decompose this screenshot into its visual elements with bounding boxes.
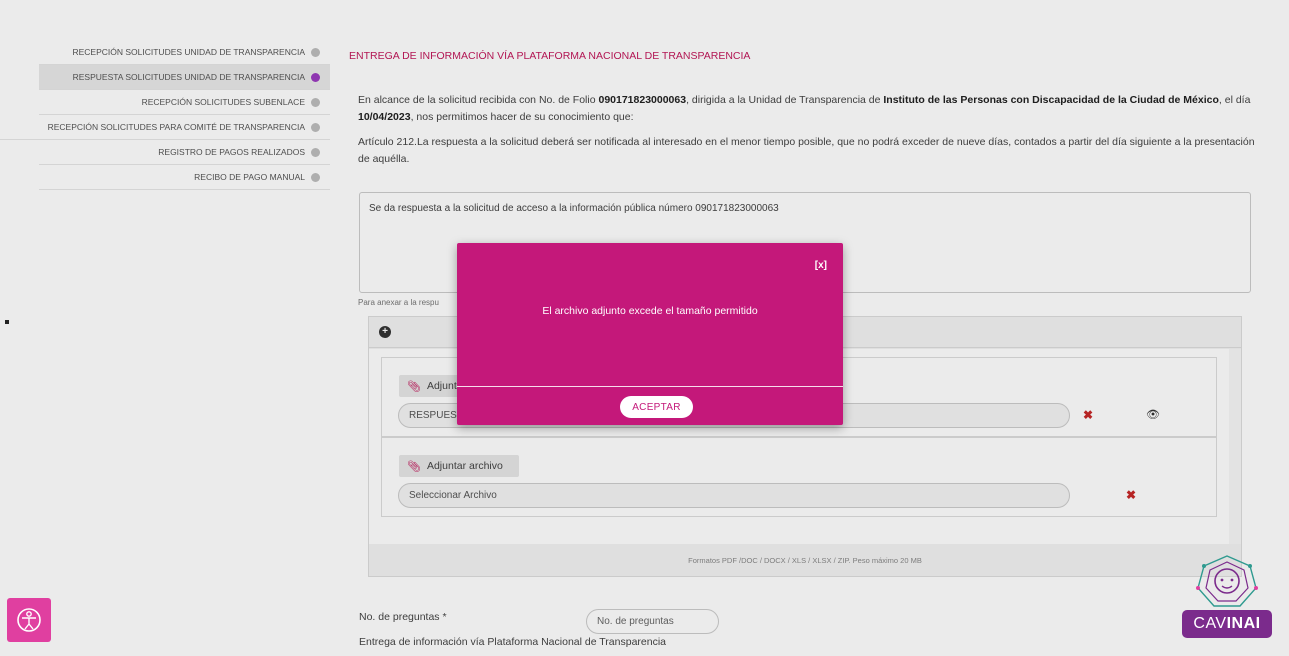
page: RECEPCIÓN SOLICITUDES UNIDAD DE TRANSPAR… xyxy=(0,0,1289,656)
accessibility-button[interactable] xyxy=(7,598,51,642)
cav-prefix: CAV xyxy=(1193,615,1227,632)
edge-marker xyxy=(5,320,9,324)
close-button[interactable]: [x] xyxy=(815,260,827,271)
accept-button[interactable]: ACEPTAR xyxy=(620,396,693,418)
modal-divider xyxy=(457,386,843,387)
accessibility-icon xyxy=(17,608,41,632)
assistant-avatar-icon xyxy=(1196,555,1258,607)
cavinai-logo[interactable]: CAV INAI xyxy=(1180,552,1274,640)
cav-suffix: INAI xyxy=(1226,615,1261,632)
cavinai-label: CAV INAI xyxy=(1182,610,1272,638)
error-modal: [x] El archivo adjunto excede el tamaño … xyxy=(457,243,843,425)
modal-message: El archivo adjunto excede el tamaño perm… xyxy=(542,305,758,317)
